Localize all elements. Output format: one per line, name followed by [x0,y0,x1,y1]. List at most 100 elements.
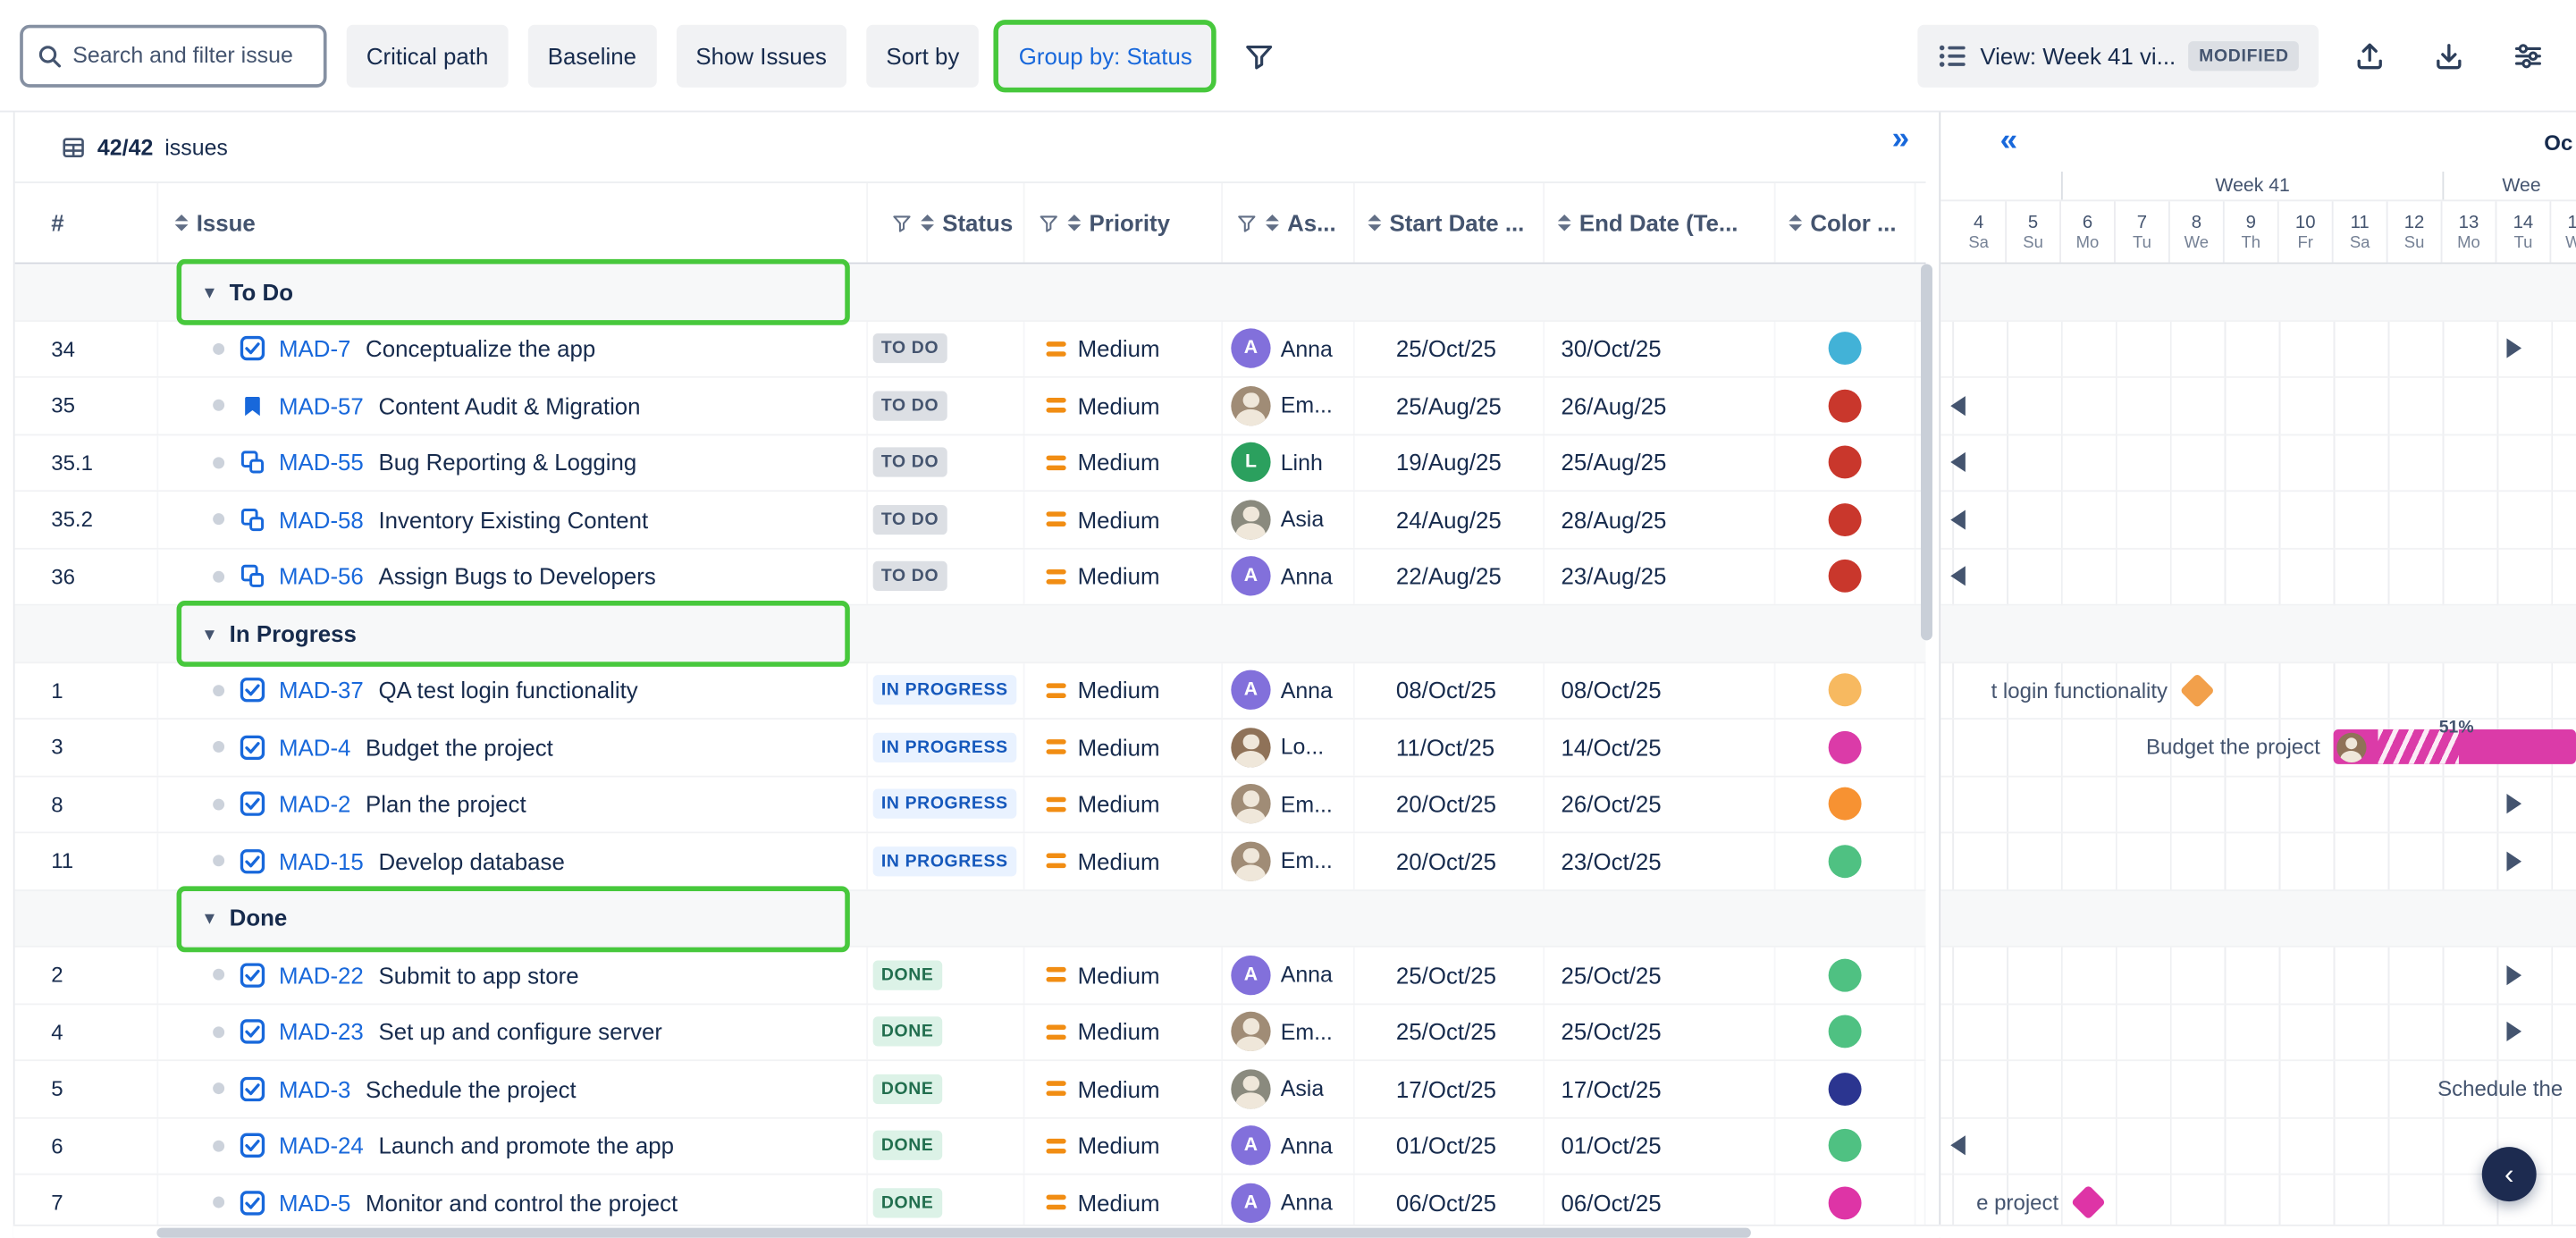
settings-button[interactable] [2500,24,2556,87]
color-dot[interactable] [1829,730,1862,763]
table-row[interactable]: 7MAD-5Monitor and control the projectDON… [15,1175,1926,1233]
filter-icon[interactable] [1038,212,1059,233]
table-row[interactable]: 2MAD-22Submit to app storeDONEMediumAAnn… [15,947,1926,1005]
color-dot[interactable] [1829,1073,1862,1106]
drag-handle[interactable] [213,343,224,355]
drag-handle[interactable] [213,969,224,981]
drag-handle[interactable] [213,741,224,753]
table-row[interactable]: 35.1MAD-55Bug Reporting & LoggingTO DOMe… [15,434,1926,492]
status-badge[interactable]: IN PROGRESS [873,676,1016,705]
column-header-end[interactable]: End Date (Te... [1545,183,1775,263]
drag-handle[interactable] [213,1197,224,1209]
table-row[interactable]: 11MAD-15Develop databaseIN PROGRESSMediu… [15,833,1926,890]
issue-key-link[interactable]: MAD-37 [279,677,364,703]
offscreen-bar-left-arrow[interactable] [1950,396,1966,416]
status-badge[interactable]: TO DO [873,561,947,591]
offscreen-bar-right-arrow[interactable] [2506,965,2521,985]
filter-icon[interactable] [891,212,913,233]
column-header-start[interactable]: Start Date ... [1355,183,1545,263]
color-dot[interactable] [1829,1129,1862,1162]
sort-icon[interactable] [1558,215,1571,231]
color-dot[interactable] [1829,503,1862,536]
status-badge[interactable]: TO DO [873,448,947,477]
status-badge[interactable]: IN PROGRESS [873,846,1016,876]
column-header-color[interactable]: Color ... [1776,183,1916,263]
vertical-scrollbar-thumb[interactable] [1921,264,1932,640]
offscreen-bar-right-arrow[interactable] [2506,851,2521,871]
color-dot[interactable] [1829,787,1862,821]
sort-icon[interactable] [921,215,934,231]
column-header-num[interactable]: # [15,183,159,263]
color-dot[interactable] [1829,1015,1862,1049]
color-dot[interactable] [1829,389,1862,422]
color-dot[interactable] [1829,845,1862,878]
drag-handle[interactable] [213,570,224,582]
issue-key-link[interactable]: MAD-23 [279,1019,364,1046]
color-dot[interactable] [1829,560,1862,593]
sort-icon[interactable] [1368,215,1382,231]
issue-key-link[interactable]: MAD-15 [279,848,364,875]
upload-button[interactable] [2342,24,2398,87]
drag-handle[interactable] [213,1140,224,1151]
issue-key-link[interactable]: MAD-55 [279,450,364,476]
drag-handle[interactable] [213,855,224,867]
sort-icon[interactable] [1266,215,1279,231]
column-header-priority[interactable]: Priority [1025,183,1224,263]
status-badge[interactable]: TO DO [873,333,947,363]
issue-key-link[interactable]: MAD-3 [279,1075,350,1102]
drag-handle[interactable] [213,457,224,468]
status-badge[interactable]: DONE [873,1131,942,1160]
issue-key-link[interactable]: MAD-24 [279,1133,364,1159]
offscreen-bar-right-arrow[interactable] [2506,339,2521,358]
issue-key-link[interactable]: MAD-57 [279,392,364,419]
status-badge[interactable]: DONE [873,1017,942,1047]
filter-icon[interactable] [1236,212,1258,233]
offscreen-bar-left-arrow[interactable] [1950,1136,1966,1156]
sort-by-button[interactable]: Sort by [866,24,979,87]
issue-key-link[interactable]: MAD-5 [279,1190,350,1217]
view-selector-button[interactable]: View: Week 41 vi... MODIFIED [1917,24,2319,87]
drag-handle[interactable] [213,514,224,526]
status-badge[interactable]: TO DO [873,504,947,534]
drag-handle[interactable] [213,400,224,411]
offscreen-bar-left-arrow[interactable] [1950,452,1966,472]
sort-icon[interactable] [1789,215,1802,231]
status-badge[interactable]: IN PROGRESS [873,732,1016,762]
offscreen-bar-right-arrow[interactable] [2506,1022,2521,1041]
issue-key-link[interactable]: MAD-58 [279,506,364,533]
issue-key-link[interactable]: MAD-4 [279,734,350,761]
search-box[interactable] [20,24,326,87]
color-dot[interactable] [1829,446,1862,479]
group-by-button[interactable]: Group by: Status [999,24,1212,87]
drag-handle[interactable] [213,685,224,696]
offscreen-bar-right-arrow[interactable] [2506,795,2521,814]
table-row[interactable]: 35.2MAD-58Inventory Existing ContentTO D… [15,492,1926,549]
status-badge[interactable]: IN PROGRESS [873,789,1016,819]
drag-handle[interactable] [213,798,224,810]
status-badge[interactable]: DONE [873,1074,942,1103]
horizontal-scrollbar[interactable] [13,1225,2576,1238]
table-row[interactable]: 4MAD-23Set up and configure serverDONEMe… [15,1004,1926,1061]
drag-handle[interactable] [213,1026,224,1038]
group-header-row[interactable]: ▾Done [15,890,1926,947]
issue-key-link[interactable]: MAD-2 [279,791,350,818]
status-badge[interactable]: DONE [873,960,942,990]
column-header-assignee[interactable]: As... [1223,183,1355,263]
color-dot[interactable] [1829,958,1862,991]
offscreen-bar-left-arrow[interactable] [1950,567,1966,586]
table-row[interactable]: 5MAD-3Schedule the projectDONEMediumAsia… [15,1061,1926,1118]
chevron-down-icon[interactable]: ▾ [205,622,215,645]
column-header-status[interactable]: Status [868,183,1024,263]
horizontal-scrollbar-thumb[interactable] [156,1228,1750,1238]
offscreen-bar-left-arrow[interactable] [1950,510,1966,529]
issue-key-link[interactable]: MAD-56 [279,563,364,590]
expand-table-button[interactable]: » [1892,123,1910,155]
critical-path-button[interactable]: Critical path [347,24,509,87]
issue-key-link[interactable]: MAD-7 [279,335,350,362]
column-header-issue[interactable]: Issue [158,183,868,263]
color-dot[interactable] [1829,1186,1862,1219]
show-issues-button[interactable]: Show Issues [676,24,846,87]
table-row[interactable]: 34MAD-7Conceptualize the appTO DOMediumA… [15,321,1926,378]
sort-icon[interactable] [175,215,189,231]
chevron-down-icon[interactable]: ▾ [205,906,215,930]
